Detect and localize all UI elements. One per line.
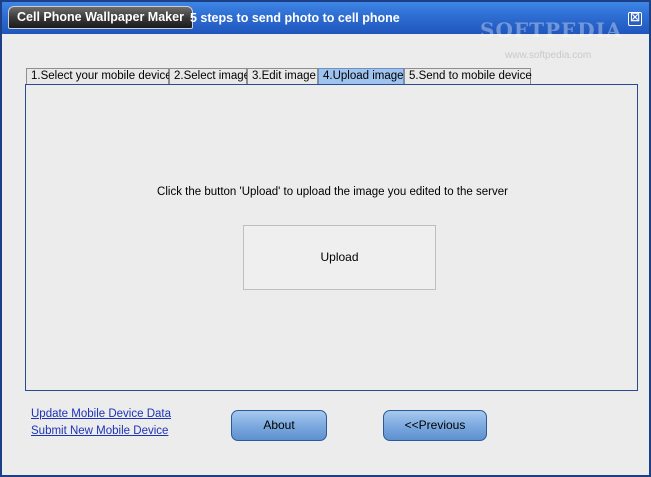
tab-edit-image[interactable]: 3.Edit image — [247, 68, 318, 85]
softpedia-watermark: SOFTPEDIA — [480, 18, 623, 42]
tab-select-image[interactable]: 2.Select image — [169, 68, 250, 85]
softpedia-url: www.softpedia.com — [505, 50, 592, 61]
previous-button[interactable]: <<Previous — [383, 410, 487, 441]
upload-panel: Click the button 'Upload' to upload the … — [25, 84, 638, 391]
window-subtitle: 5 steps to send photo to cell phone — [190, 11, 400, 25]
app-title: Cell Phone Wallpaper Maker — [8, 6, 193, 29]
tab-select-mobile-device[interactable]: 1.Select your mobile device — [26, 68, 172, 85]
tab-send-to-mobile-device[interactable]: 5.Send to mobile device — [404, 68, 532, 85]
upload-button[interactable]: Upload — [243, 225, 436, 290]
tab-upload-image[interactable]: 4.Upload image — [318, 68, 404, 85]
close-icon[interactable]: ☒ — [628, 12, 642, 26]
about-button[interactable]: About — [231, 410, 327, 441]
update-mobile-device-data-link[interactable]: Update Mobile Device Data — [31, 408, 171, 420]
app-window: Cell Phone Wallpaper Maker 5 steps to se… — [0, 0, 651, 477]
upload-instruction: Click the button 'Upload' to upload the … — [157, 186, 508, 198]
submit-new-mobile-device-link[interactable]: Submit New Mobile Device — [31, 425, 168, 437]
